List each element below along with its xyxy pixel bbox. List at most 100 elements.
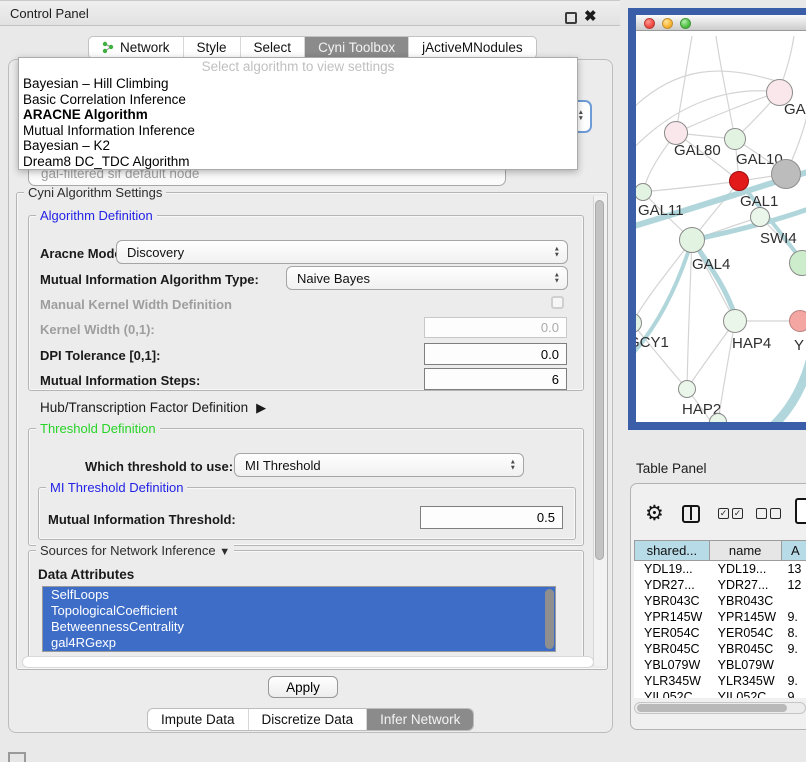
cell: YDL19... [710, 561, 782, 577]
which-threshold-combo[interactable]: MI Threshold ▲▼ [234, 453, 524, 477]
dropdown-option-bayesian-hill-climbing[interactable]: Bayesian – Hill Climbing [19, 76, 577, 92]
tab-network[interactable]: Network [89, 37, 184, 58]
table-row[interactable]: YER054CYER054C8. [634, 625, 806, 641]
aracne-mode-combo[interactable]: Discovery ▲▼ [116, 240, 568, 264]
table-row[interactable]: YIL052CYIL052C9. [634, 689, 806, 698]
list-item[interactable]: BetweennessCentrality [43, 619, 555, 635]
cell: YDR27... [634, 577, 710, 593]
control-panel-tab-bar: Network Style Select Cyni Toolbox jActiv… [88, 36, 537, 59]
manual-kernel-label: Manual Kernel Width Definition [40, 297, 232, 312]
tab-discretize-data[interactable]: Discretize Data [249, 709, 368, 730]
network-node-swi4[interactable] [750, 207, 770, 227]
tab-infer-network[interactable]: Infer Network [367, 709, 473, 730]
tab-style[interactable]: Style [184, 37, 241, 58]
table-row[interactable]: YDL19...YDL19...13 [634, 561, 806, 577]
close-traffic-light-icon[interactable] [644, 18, 655, 29]
hub-definition-toggle[interactable]: Hub/Transcription Factor Definition▶ [40, 400, 266, 416]
data-attributes-list[interactable]: SelfLoops TopologicalCoefficient Between… [42, 586, 556, 652]
cell: 9. [781, 689, 806, 698]
network-canvas[interactable]: GAL GAL80 GAL10 GAL1 GAL11 GAL4 SWI4 GCY… [636, 31, 806, 422]
network-window-titlebar[interactable] [636, 15, 806, 31]
table-row[interactable]: YDR27...YDR27...12 [634, 577, 806, 593]
kernel-width-label: Kernel Width (0,1): [40, 322, 155, 337]
network-node-gal4[interactable] [679, 227, 705, 253]
list-item[interactable]: TopologicalCoefficient [43, 603, 555, 619]
table-row[interactable]: YBR043CYBR043C [634, 593, 806, 609]
manual-kernel-checkbox[interactable] [551, 296, 564, 309]
mi-steps-field[interactable]: 6 [424, 368, 567, 390]
network-node-gal1[interactable] [729, 171, 749, 191]
aracne-mode-value: Discovery [127, 245, 184, 260]
tab-jactivemnodules-label: jActiveMNodules [422, 40, 523, 55]
network-tab-icon [102, 41, 115, 54]
tab-cyni-toolbox[interactable]: Cyni Toolbox [305, 37, 409, 58]
expanded-arrow-icon: ▼ [219, 546, 230, 558]
mi-threshold-value: 0.5 [537, 510, 555, 525]
table-row[interactable]: YPR145WYPR145W9. [634, 609, 806, 625]
dropdown-option-aracne[interactable]: ARACNE Algorithm [19, 107, 577, 123]
apply-button[interactable]: Apply [268, 676, 338, 698]
columns-icon[interactable] [682, 505, 700, 523]
node-table[interactable]: shared... name A YDL19...YDL19...13 YDR2… [634, 540, 806, 698]
table-horizontal-scrollbar-thumb[interactable] [637, 704, 787, 712]
mi-threshold-label: Mutual Information Threshold: [48, 512, 236, 527]
dpi-tolerance-value: 0.0 [541, 347, 559, 362]
node-label: GAL11 [638, 202, 684, 219]
network-node-salmon[interactable] [789, 310, 806, 332]
cell [781, 593, 806, 609]
network-node-gal10[interactable] [724, 128, 746, 150]
table-row[interactable]: YBL079WYBL079W [634, 657, 806, 673]
network-node-hap2[interactable] [678, 380, 696, 398]
attributes-list-scrollbar-thumb[interactable] [545, 589, 554, 649]
dpi-tolerance-label: DPI Tolerance [0,1]: [40, 348, 160, 363]
cell: YER054C [634, 625, 710, 641]
close-icon[interactable]: ✖ [584, 7, 597, 25]
algorithm-dropdown-placeholder: Select algorithm to view settings [19, 58, 577, 76]
float-window-icon[interactable] [565, 12, 577, 24]
network-node-hap4[interactable] [723, 309, 747, 333]
cell: YBR045C [634, 641, 710, 657]
dropdown-option-basic-correlation[interactable]: Basic Correlation Inference [19, 92, 577, 108]
deselect-all-columns-icon[interactable] [756, 508, 781, 519]
list-item[interactable]: gal4RGexp [43, 635, 555, 651]
table-row[interactable]: YLR345WYLR345W9. [634, 673, 806, 689]
cell: YBR043C [710, 593, 782, 609]
zoom-traffic-light-icon[interactable] [680, 18, 691, 29]
cell: 12 [781, 577, 806, 593]
dropdown-option-mutual-information[interactable]: Mutual Information Inference [19, 123, 577, 139]
tab-select[interactable]: Select [241, 37, 306, 58]
cell: YBR045C [710, 641, 782, 657]
settings-horizontal-scrollbar[interactable] [22, 656, 594, 668]
dpi-tolerance-field[interactable]: 0.0 [424, 343, 567, 365]
cell [781, 657, 806, 673]
mi-threshold-field[interactable]: 0.5 [420, 506, 563, 529]
settings-scrollbar-thumb[interactable] [595, 200, 604, 560]
tab-discretize-data-label: Discretize Data [262, 712, 354, 727]
gear-icon[interactable]: ⚙ [645, 501, 664, 526]
kernel-width-field: 0.0 [424, 317, 567, 338]
column-header-partial[interactable]: A [782, 540, 806, 561]
column-header-name[interactable]: name [710, 540, 782, 561]
dropdown-option-bayesian-k2[interactable]: Bayesian – K2 [19, 138, 577, 154]
collapsed-panel-icon[interactable] [8, 752, 26, 762]
control-panel-title: Control Panel [10, 6, 89, 21]
column-header-shared-name[interactable]: shared... [634, 540, 710, 561]
table-panel-title: Table Panel [636, 461, 707, 476]
collapsed-arrow-icon: ▶ [256, 400, 266, 416]
dropdown-option-dream8[interactable]: Dream8 DC_TDC Algorithm [19, 154, 577, 170]
mi-type-value: Naive Bayes [297, 271, 370, 286]
tab-jactivemnodules[interactable]: jActiveMNodules [409, 37, 536, 58]
network-node-gray[interactable] [771, 159, 801, 189]
table-row[interactable]: YBR045CYBR045C9. [634, 641, 806, 657]
minimize-traffic-light-icon[interactable] [662, 18, 673, 29]
select-all-columns-icon[interactable]: ✓ ✓ [718, 508, 743, 519]
sources-group-title[interactable]: Sources for Network Inference ▼ [36, 543, 234, 558]
tab-impute-data[interactable]: Impute Data [148, 709, 249, 730]
mi-type-combo[interactable]: Naive Bayes ▲▼ [286, 266, 568, 290]
list-item[interactable]: SelfLoops [43, 587, 555, 603]
tab-infer-network-label: Infer Network [380, 712, 460, 727]
cell: YLR345W [634, 673, 710, 689]
unchecked-box-icon [770, 508, 781, 519]
node-label: Y [794, 337, 804, 354]
new-column-icon[interactable] [795, 498, 806, 524]
